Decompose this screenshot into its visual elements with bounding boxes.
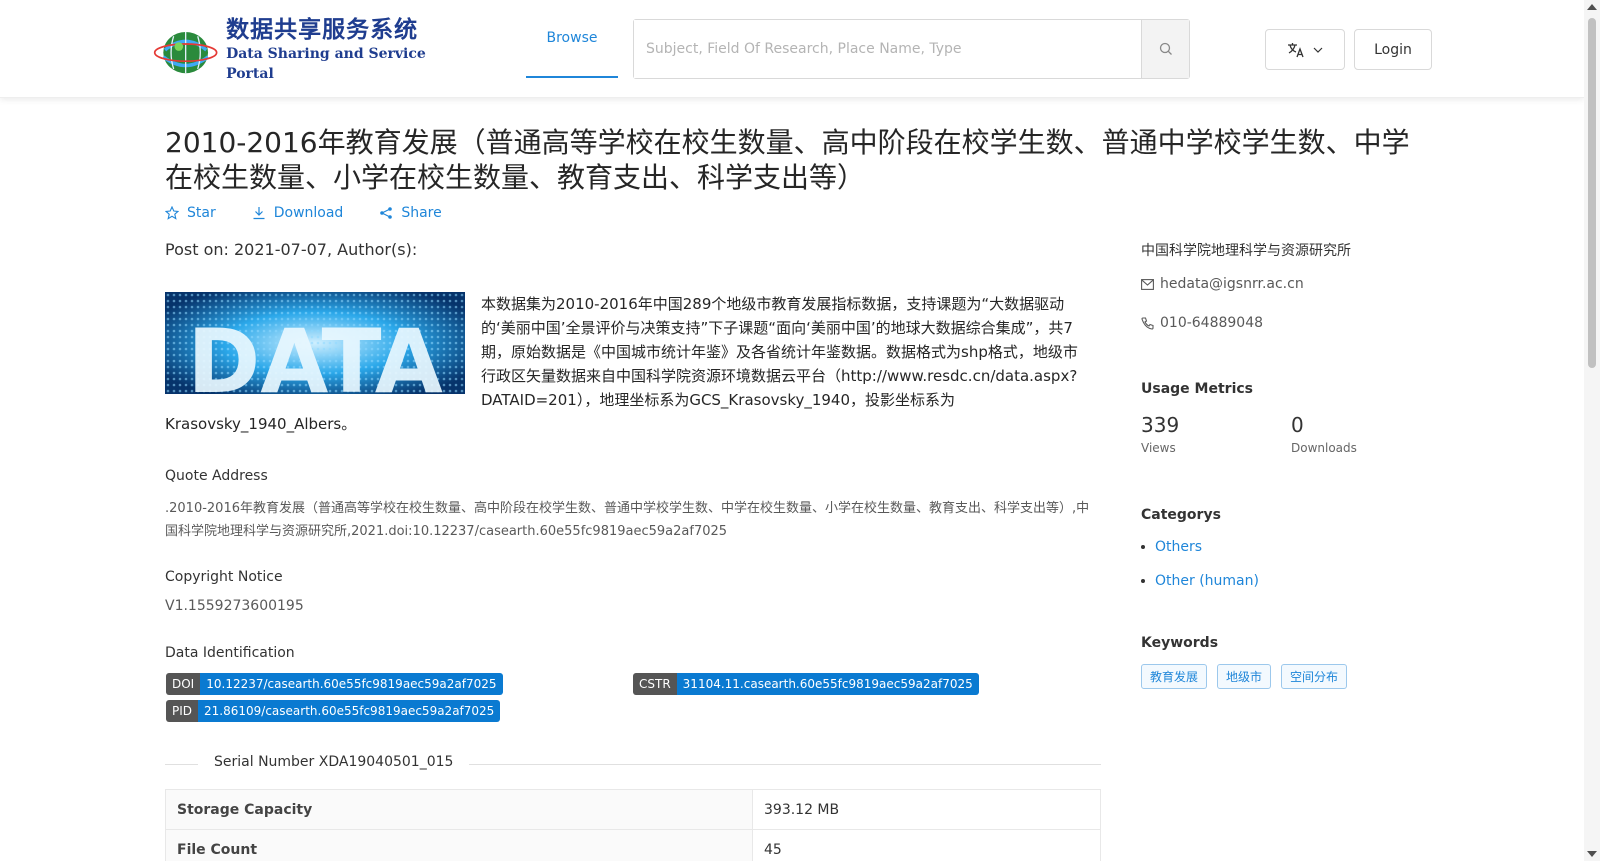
table-row: File Count 45 <box>165 829 1101 861</box>
star-button[interactable]: Star <box>165 205 216 221</box>
keyword-tag[interactable]: 空间分布 <box>1281 664 1348 689</box>
share-button[interactable]: Share <box>379 205 442 221</box>
downloads-count: 0 <box>1291 413 1304 437</box>
download-button[interactable]: Download <box>252 205 344 221</box>
share-label: Share <box>401 205 442 221</box>
downloads-metric: 0 Downloads <box>1291 413 1357 455</box>
table-key: Storage Capacity <box>165 789 753 830</box>
language-switch-button[interactable] <box>1265 29 1345 70</box>
post-date: Post on: 2021-07-07, Author(s): <box>165 240 418 259</box>
views-metric: 339 Views <box>1141 413 1179 455</box>
keyword-tag[interactable]: 教育发展 <box>1141 664 1208 689</box>
bullet-dot <box>1141 579 1145 583</box>
nav-browse-tab[interactable]: Browse <box>526 0 618 78</box>
doi-value: 10.12237/casearth.60e55fc9819aec59a2af70… <box>200 673 503 695</box>
site-logo[interactable]: 数据共享服务系统 Data Sharing and Service Portal <box>153 17 443 82</box>
mail-icon <box>1141 278 1154 290</box>
pid-value: 21.86109/casearth.60e55fc9819aec59a2af70… <box>198 700 501 722</box>
category-label: Other (human) <box>1155 573 1259 589</box>
keyword-tags: 教育发展 地级市 空间分布 <box>1141 664 1348 689</box>
translate-icon <box>1288 42 1304 57</box>
sidebar-email[interactable]: hedata@igsnrr.ac.cn <box>1141 276 1304 292</box>
downloads-label: Downloads <box>1291 441 1357 455</box>
logo-title-en: Data Sharing and Service Portal <box>226 46 426 82</box>
star-label: Star <box>187 205 216 221</box>
dataset-description: DATA 本数据集为2010-2016年中国289个地级市教育发展指标数据，支持… <box>165 292 1090 436</box>
thumbnail-data-text: DATA <box>187 310 443 394</box>
quote-text: .2010-2016年教育发展（普通高等学校在校生数量、高中阶段在校学生数、普通… <box>165 501 1090 539</box>
top-header: 数据共享服务系统 Data Sharing and Service Portal… <box>0 0 1584 98</box>
cstr-key: CSTR <box>633 673 677 695</box>
scroll-down-icon[interactable] <box>1587 851 1597 857</box>
download-icon <box>253 207 265 220</box>
cstr-badge[interactable]: CSTR 31104.11.casearth.60e55fc9819aec59a… <box>633 673 979 695</box>
dataset-info-table: Storage Capacity 393.12 MB File Count 45 <box>165 789 1101 861</box>
sidebar-phone: 010-64889048 <box>1141 315 1263 331</box>
views-label: Views <box>1141 441 1176 455</box>
keywords-heading: Keywords <box>1141 635 1219 651</box>
usage-metrics-heading: Usage Metrics <box>1141 381 1253 397</box>
star-icon <box>165 206 179 220</box>
phone-icon <box>1141 316 1154 330</box>
copyright-value: V1.1559273600195 <box>165 598 304 614</box>
dataset-title: 2010-2016年教育发展（普通高等学校在校生数量、高中阶段在校学生数、普通中… <box>165 126 1410 194</box>
quote-heading: Quote Address <box>165 468 268 484</box>
search-icon <box>1159 42 1172 55</box>
login-button[interactable]: Login <box>1354 29 1432 70</box>
pid-key: PID <box>166 700 199 722</box>
email-text: hedata@igsnrr.ac.cn <box>1160 276 1304 292</box>
doi-badge[interactable]: DOI 10.12237/casearth.60e55fc9819aec59a2… <box>166 673 503 695</box>
page-scrollbar[interactable] <box>1584 0 1600 861</box>
keyword-tag[interactable]: 地级市 <box>1217 664 1272 689</box>
table-value: 45 <box>752 829 1101 861</box>
cstr-value: 31104.11.casearth.60e55fc9819aec59a2af70… <box>676 673 979 695</box>
copyright-heading: Copyright Notice <box>165 569 283 585</box>
categories-heading: Categorys <box>1141 507 1221 523</box>
logo-title-cn: 数据共享服务系统 <box>226 17 419 43</box>
table-row: Storage Capacity 393.12 MB <box>165 789 1101 830</box>
chevron-down-icon <box>1313 47 1323 53</box>
bullet-dot <box>1141 545 1145 549</box>
scroll-thumb[interactable] <box>1588 18 1596 368</box>
identification-heading: Data Identification <box>165 645 295 661</box>
sidebar-organization: 中国科学院地理科学与资源研究所 <box>1141 243 1351 259</box>
search-input[interactable] <box>634 20 1141 78</box>
pid-badge[interactable]: PID 21.86109/casearth.60e55fc9819aec59a2… <box>166 700 501 722</box>
scroll-up-icon[interactable] <box>1587 4 1597 10</box>
download-label: Download <box>273 205 344 221</box>
category-item[interactable]: Others <box>1141 539 1202 555</box>
table-value: 393.12 MB <box>752 789 1101 830</box>
share-icon <box>380 207 393 219</box>
table-key: File Count <box>165 829 753 861</box>
globe-logo-icon <box>153 31 218 74</box>
category-item[interactable]: Other (human) <box>1141 573 1259 589</box>
dataset-thumbnail: DATA <box>165 292 465 394</box>
dataset-actions: Star Download Share <box>165 205 442 221</box>
phone-text: 010-64889048 <box>1160 315 1264 331</box>
views-count: 339 <box>1141 413 1180 437</box>
serial-number: Serial Number XDA19040501_015 <box>198 754 470 770</box>
search-bar <box>633 19 1190 79</box>
search-button[interactable] <box>1141 20 1189 78</box>
category-label: Others <box>1155 539 1203 555</box>
doi-key: DOI <box>166 673 201 695</box>
